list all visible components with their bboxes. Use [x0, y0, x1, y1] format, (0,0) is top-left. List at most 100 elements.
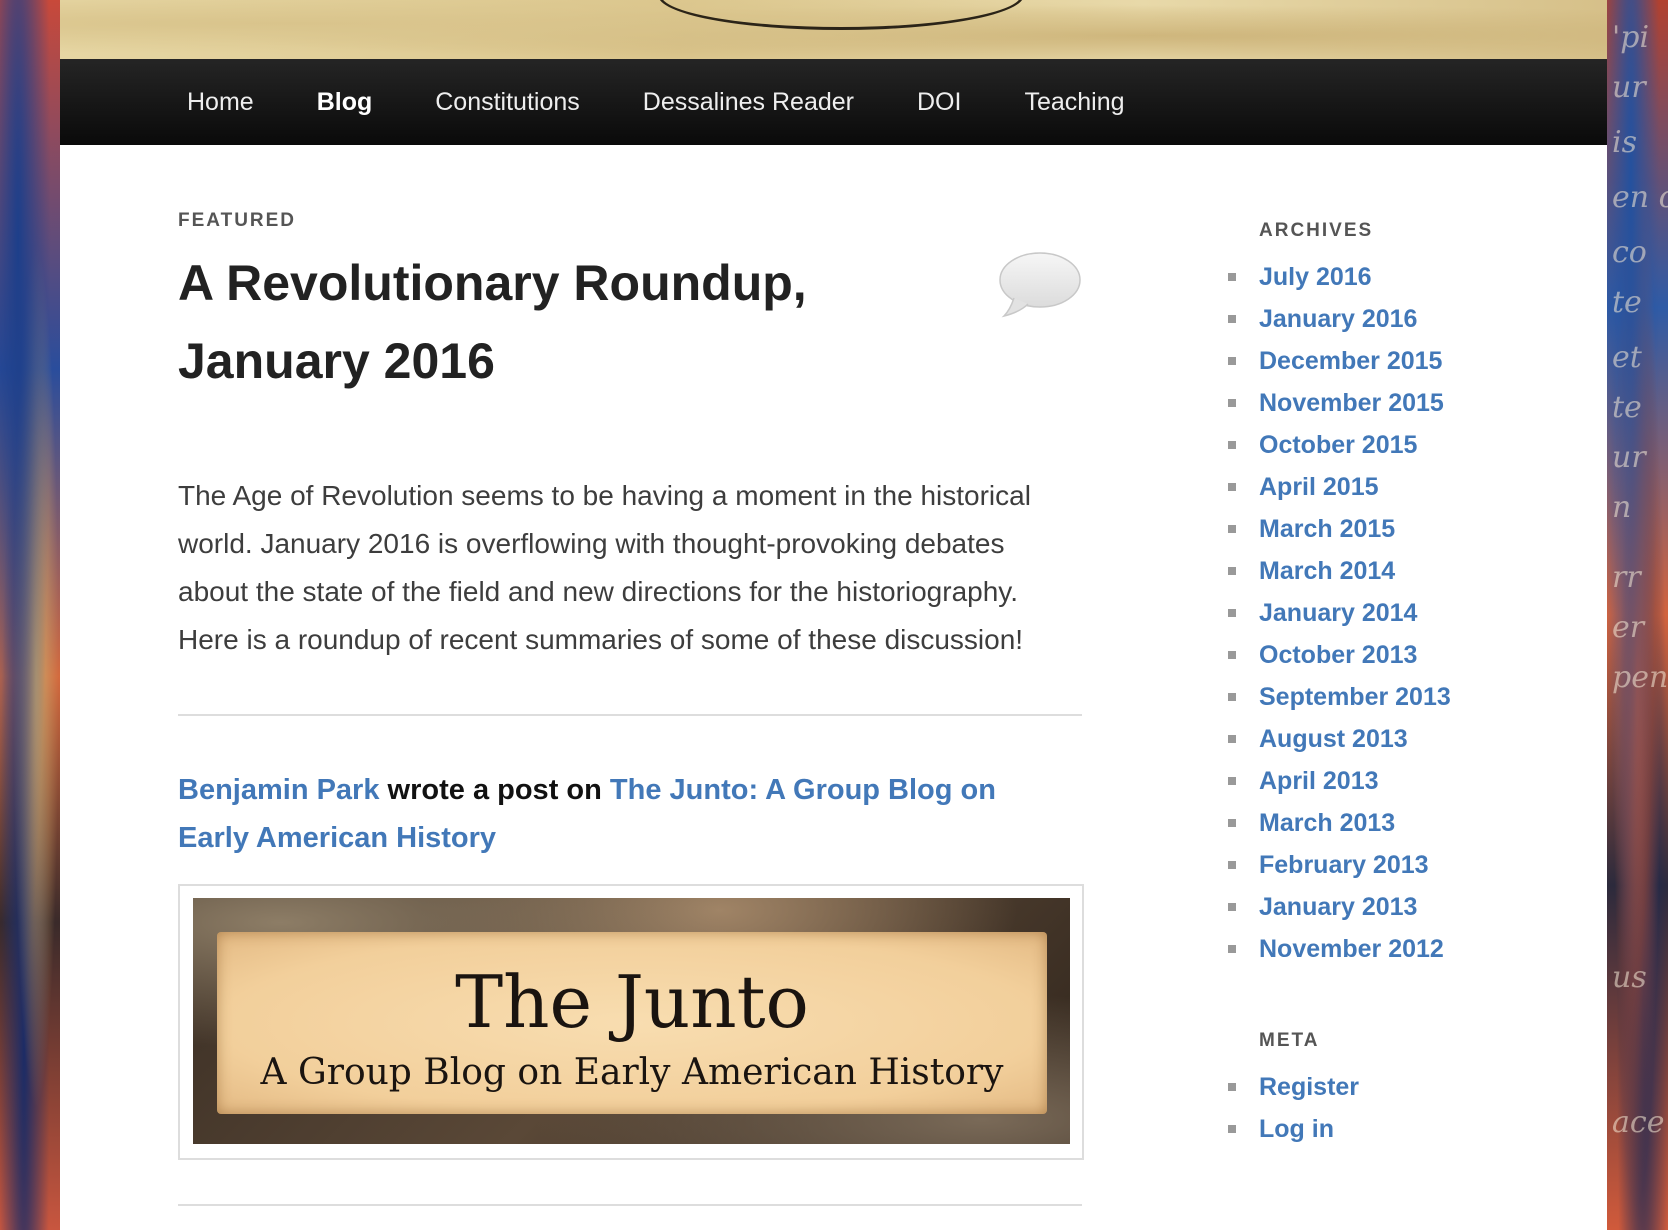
archive-link[interactable]: April 2013	[1259, 767, 1379, 795]
junto-banner-subtitle: A Group Blog on Early American History	[260, 1052, 1004, 1093]
archive-link[interactable]: January 2014	[1259, 599, 1417, 627]
list-item: Register	[1167, 1066, 1487, 1108]
list-item: March 2015	[1167, 508, 1487, 550]
background-manuscript-text: te	[1612, 390, 1642, 425]
list-item: February 2013	[1167, 844, 1487, 886]
junto-banner-title: The Junto	[455, 960, 809, 1044]
bullet-icon	[1228, 273, 1236, 281]
comment-bubble-svg	[999, 252, 1081, 318]
archive-link[interactable]: January 2013	[1259, 893, 1417, 921]
activity-line: Benjamin Park wrote a post on The Junto:…	[178, 766, 1058, 862]
archive-link[interactable]: March 2015	[1259, 515, 1395, 543]
meta-link[interactable]: Log in	[1259, 1115, 1334, 1143]
comment-bubble-icon[interactable]	[998, 250, 1082, 320]
list-item: October 2015	[1167, 424, 1487, 466]
list-item: July 2016	[1167, 256, 1487, 298]
sidebar: ARCHIVES July 2016 January 2016 December 2…	[1167, 220, 1487, 1150]
junto-banner-image[interactable]: The Junto A Group Blog on Early American…	[193, 898, 1070, 1144]
page-container: Home Blog Constitutions Dessalines Reader DO…	[60, 0, 1607, 1230]
archive-link[interactable]: November 2012	[1259, 935, 1444, 963]
bullet-icon	[1228, 693, 1236, 701]
nav-item-blog[interactable]: Blog	[317, 88, 373, 117]
nav-item-teaching[interactable]: Teaching	[1024, 88, 1124, 117]
meta-heading: META	[1259, 1030, 1320, 1051]
embedded-image-frame: The Junto A Group Blog on Early American…	[178, 884, 1084, 1160]
main-navigation: Home Blog Constitutions Dessalines Reader DO…	[60, 59, 1607, 145]
archive-link[interactable]: January 2016	[1259, 305, 1417, 333]
background-artwork-left	[0, 0, 60, 1230]
nav-item-dessalines-reader[interactable]: Dessalines Reader	[643, 88, 854, 117]
bullet-icon	[1228, 525, 1236, 533]
nav-item-constitutions[interactable]: Constitutions	[435, 88, 580, 117]
archive-link[interactable]: February 2013	[1259, 851, 1429, 879]
junto-parchment: The Junto A Group Blog on Early American…	[217, 932, 1047, 1114]
activity-action-text: wrote a post on	[387, 774, 602, 806]
archive-link[interactable]: July 2016	[1259, 263, 1372, 291]
bullet-icon	[1228, 399, 1236, 407]
divider	[178, 1204, 1082, 1206]
bullet-icon	[1228, 861, 1236, 869]
list-item: January 2016	[1167, 298, 1487, 340]
author-link[interactable]: Benjamin Park	[178, 774, 379, 806]
background-manuscript-text: er	[1612, 610, 1645, 645]
bullet-icon	[1228, 735, 1236, 743]
bullet-icon	[1228, 903, 1236, 911]
bullet-icon	[1228, 651, 1236, 659]
header-image[interactable]	[60, 0, 1607, 59]
background-manuscript-text: n	[1612, 490, 1632, 525]
header-swash-decoration	[658, 0, 1024, 30]
meta-list: Register Log in	[1167, 1066, 1487, 1150]
divider	[178, 714, 1082, 716]
list-item: December 2015	[1167, 340, 1487, 382]
bullet-icon	[1228, 819, 1236, 827]
archive-link[interactable]: September 2013	[1259, 683, 1451, 711]
background-manuscript-text: et	[1612, 340, 1642, 375]
archive-link[interactable]: October 2015	[1259, 431, 1417, 459]
background-manuscript-text: en c	[1612, 180, 1668, 215]
nav-item-home[interactable]: Home	[187, 88, 254, 117]
bullet-icon	[1228, 483, 1236, 491]
bullet-icon	[1228, 609, 1236, 617]
archive-link[interactable]: March 2014	[1259, 557, 1395, 585]
background-manuscript-text: is	[1612, 125, 1637, 160]
nav-item-doi[interactable]: DOI	[917, 88, 961, 117]
background-manuscript-text: co	[1612, 235, 1647, 270]
background-manuscript-text: 'pi	[1612, 20, 1650, 55]
archive-link[interactable]: April 2015	[1259, 473, 1379, 501]
archive-link[interactable]: December 2015	[1259, 347, 1442, 375]
archives-heading: ARCHIVES	[1259, 220, 1374, 241]
archives-list: July 2016 January 2016 December 2015 Novemb…	[1167, 256, 1487, 970]
list-item: Log in	[1167, 1108, 1487, 1150]
post-excerpt: The Age of Revolution seems to be having…	[178, 480, 1031, 655]
featured-label: FEATURED	[178, 210, 297, 231]
archive-link[interactable]: August 2013	[1259, 725, 1408, 753]
bullet-icon	[1228, 315, 1236, 323]
background-manuscript-text: te	[1612, 285, 1642, 320]
list-item: April 2013	[1167, 760, 1487, 802]
bullet-icon	[1228, 441, 1236, 449]
bullet-icon	[1228, 1125, 1236, 1133]
archive-link[interactable]: November 2015	[1259, 389, 1444, 417]
list-item: March 2013	[1167, 802, 1487, 844]
list-item: November 2015	[1167, 382, 1487, 424]
post-title[interactable]: A Revolutionary Roundup, January 2016	[178, 244, 898, 400]
bullet-icon	[1228, 567, 1236, 575]
archive-link[interactable]: October 2013	[1259, 641, 1417, 669]
list-item: April 2015	[1167, 466, 1487, 508]
list-item: March 2014	[1167, 550, 1487, 592]
bullet-icon	[1228, 1083, 1236, 1091]
list-item: October 2013	[1167, 634, 1487, 676]
background-manuscript-text: rr	[1612, 560, 1641, 595]
background-manuscript-text: ur	[1612, 70, 1646, 105]
archive-link[interactable]: March 2013	[1259, 809, 1395, 837]
list-item: September 2013	[1167, 676, 1487, 718]
bullet-icon	[1228, 945, 1236, 953]
background-artwork-right: 'pi ur is en c co te et te ur n rr er pen us ace	[1606, 0, 1668, 1230]
background-manuscript-text: pen	[1612, 660, 1668, 695]
post-title-link[interactable]: A Revolutionary Roundup, January 2016	[178, 255, 807, 389]
meta-link[interactable]: Register	[1259, 1073, 1359, 1101]
list-item: November 2012	[1167, 928, 1487, 970]
list-item: January 2013	[1167, 886, 1487, 928]
bullet-icon	[1228, 777, 1236, 785]
background-manuscript-text: us	[1612, 960, 1647, 995]
